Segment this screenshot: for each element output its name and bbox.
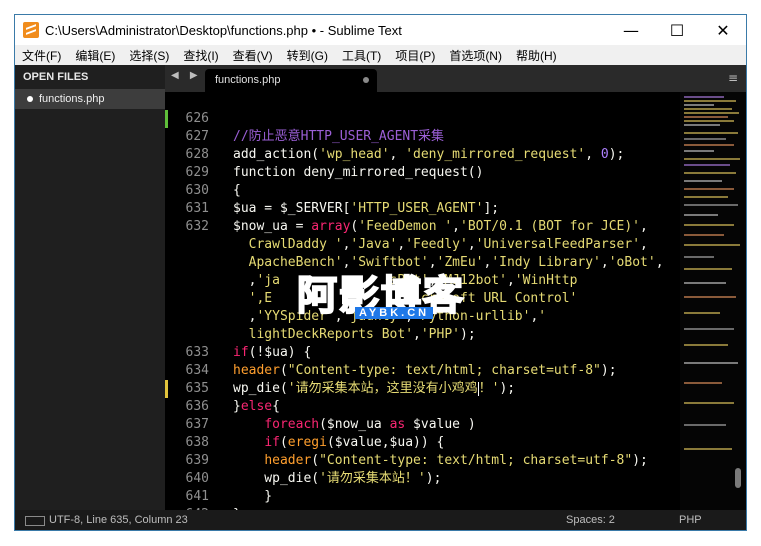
- code-line: 633 if(!$ua) {: [165, 344, 680, 362]
- line-number: 637: [185, 417, 209, 432]
- menu-edit[interactable]: 编辑(E): [68, 47, 122, 64]
- line-number: 632: [185, 219, 209, 234]
- sublime-window: C:\Users\Administrator\Desktop\functions…: [14, 14, 747, 531]
- status-bar: UTF-8, Line 635, Column 23 Spaces: 2 PHP: [15, 510, 746, 530]
- menu-selection[interactable]: 选择(S): [122, 47, 176, 64]
- code-line: 629 function deny_mirrored_request(): [165, 164, 680, 182]
- window-title: C:\Users\Administrator\Desktop\functions…: [45, 22, 402, 38]
- line-number: 641: [185, 489, 209, 504]
- maximize-button[interactable]: ☐: [654, 15, 700, 45]
- tab-bar: ◀ ▶ functions.php ≡: [165, 65, 746, 92]
- line-number: 635: [185, 381, 209, 396]
- status-indentation[interactable]: Spaces: 2: [566, 514, 615, 526]
- sidebar-file-item[interactable]: functions.php: [15, 89, 165, 109]
- window-controls: — ☐ ✕: [608, 15, 746, 45]
- tab-dirty-dot-icon[interactable]: [363, 77, 369, 83]
- code-line: 637 foreach($now_ua as $value ): [165, 416, 680, 434]
- status-syntax[interactable]: PHP: [679, 514, 702, 526]
- menu-find[interactable]: 查找(I): [176, 47, 225, 64]
- line-number: 639: [185, 453, 209, 468]
- tab-nav-arrows-icon[interactable]: ◀ ▶: [171, 70, 202, 81]
- code-line: 632 $now_ua = array('FeedDemon ','BOT/0.1…: [165, 218, 680, 236]
- watermark-domain: AYBK.CN: [355, 307, 434, 319]
- title-bar[interactable]: C:\Users\Administrator\Desktop\functions…: [15, 15, 746, 45]
- menu-project[interactable]: 项目(P): [388, 47, 442, 64]
- code-line: CrawlDaddy ','Java','Feedly','UniversalF…: [248, 237, 648, 252]
- code-line: 640 wp_die('请勿采集本站！');: [165, 470, 680, 488]
- menu-file[interactable]: 文件(F): [15, 47, 68, 64]
- code-line: 630{: [165, 182, 680, 200]
- scrollbar-thumb[interactable]: [735, 468, 741, 488]
- line-number: 626: [185, 111, 209, 126]
- code-line: 638 if(eregi($value,$ua)) {: [165, 434, 680, 452]
- line-number: 630: [185, 183, 209, 198]
- line-number: 634: [185, 363, 209, 378]
- menu-help[interactable]: 帮助(H): [509, 47, 564, 64]
- unsaved-dot-icon: [27, 96, 33, 102]
- line-number: 640: [185, 471, 209, 486]
- line-number: 636: [185, 399, 209, 414]
- code-line: 636}else{: [165, 398, 680, 416]
- code-line: 627//防止恶意HTTP_USER_AGENT采集: [165, 128, 680, 146]
- minimize-button[interactable]: —: [608, 15, 654, 45]
- tab-functions-php[interactable]: functions.php: [205, 69, 377, 92]
- tab-label: functions.php: [215, 74, 281, 86]
- panel-toggle-icon[interactable]: [25, 516, 45, 526]
- menu-bar: 文件(F) 编辑(E) 选择(S) 查找(I) 查看(V) 转到(G) 工具(T…: [15, 45, 746, 65]
- menu-view[interactable]: 查看(V): [226, 47, 280, 64]
- code-line: 641 }: [165, 488, 680, 506]
- sublime-logo-icon: [23, 22, 39, 38]
- close-button[interactable]: ✕: [700, 15, 746, 45]
- line-number: 638: [185, 435, 209, 450]
- sidebar-file-label: functions.php: [39, 93, 105, 105]
- code-line: lightDeckReports Bot','PHP');: [248, 327, 476, 342]
- minimap[interactable]: [680, 92, 746, 510]
- sidebar: OPEN FILES functions.php: [15, 65, 165, 510]
- line-number: 633: [185, 345, 209, 360]
- menu-goto[interactable]: 转到(G): [280, 47, 335, 64]
- code-line: 631 $ua = $_SERVER['HTTP_USER_AGENT'];: [165, 200, 680, 218]
- line-number: 629: [185, 165, 209, 180]
- code-line: 634 header("Content-type: text/html; char…: [165, 362, 680, 380]
- code-line: 628 add_action('wp_head', 'deny_mirrored_…: [165, 146, 680, 164]
- status-position: UTF-8, Line 635, Column 23: [49, 514, 188, 526]
- text-cursor: [477, 381, 479, 396]
- code-line: 626: [165, 110, 680, 128]
- menu-preferences[interactable]: 首选项(N): [442, 47, 509, 64]
- watermark-logo: 阿影博客 AYBK.CN: [296, 263, 492, 325]
- sidebar-header: OPEN FILES: [23, 71, 89, 83]
- code-line-current: 635 wp_die('请勿采集本站，这里没有小鸡鸡！');: [165, 380, 680, 398]
- line-number: 631: [185, 201, 209, 216]
- code-line: 639 header("Content-type: text/html; cha…: [165, 452, 680, 470]
- line-number: 627: [185, 129, 209, 144]
- line-number: 628: [185, 147, 209, 162]
- menu-tools[interactable]: 工具(T): [335, 47, 388, 64]
- tab-menu-icon[interactable]: ≡: [728, 71, 738, 85]
